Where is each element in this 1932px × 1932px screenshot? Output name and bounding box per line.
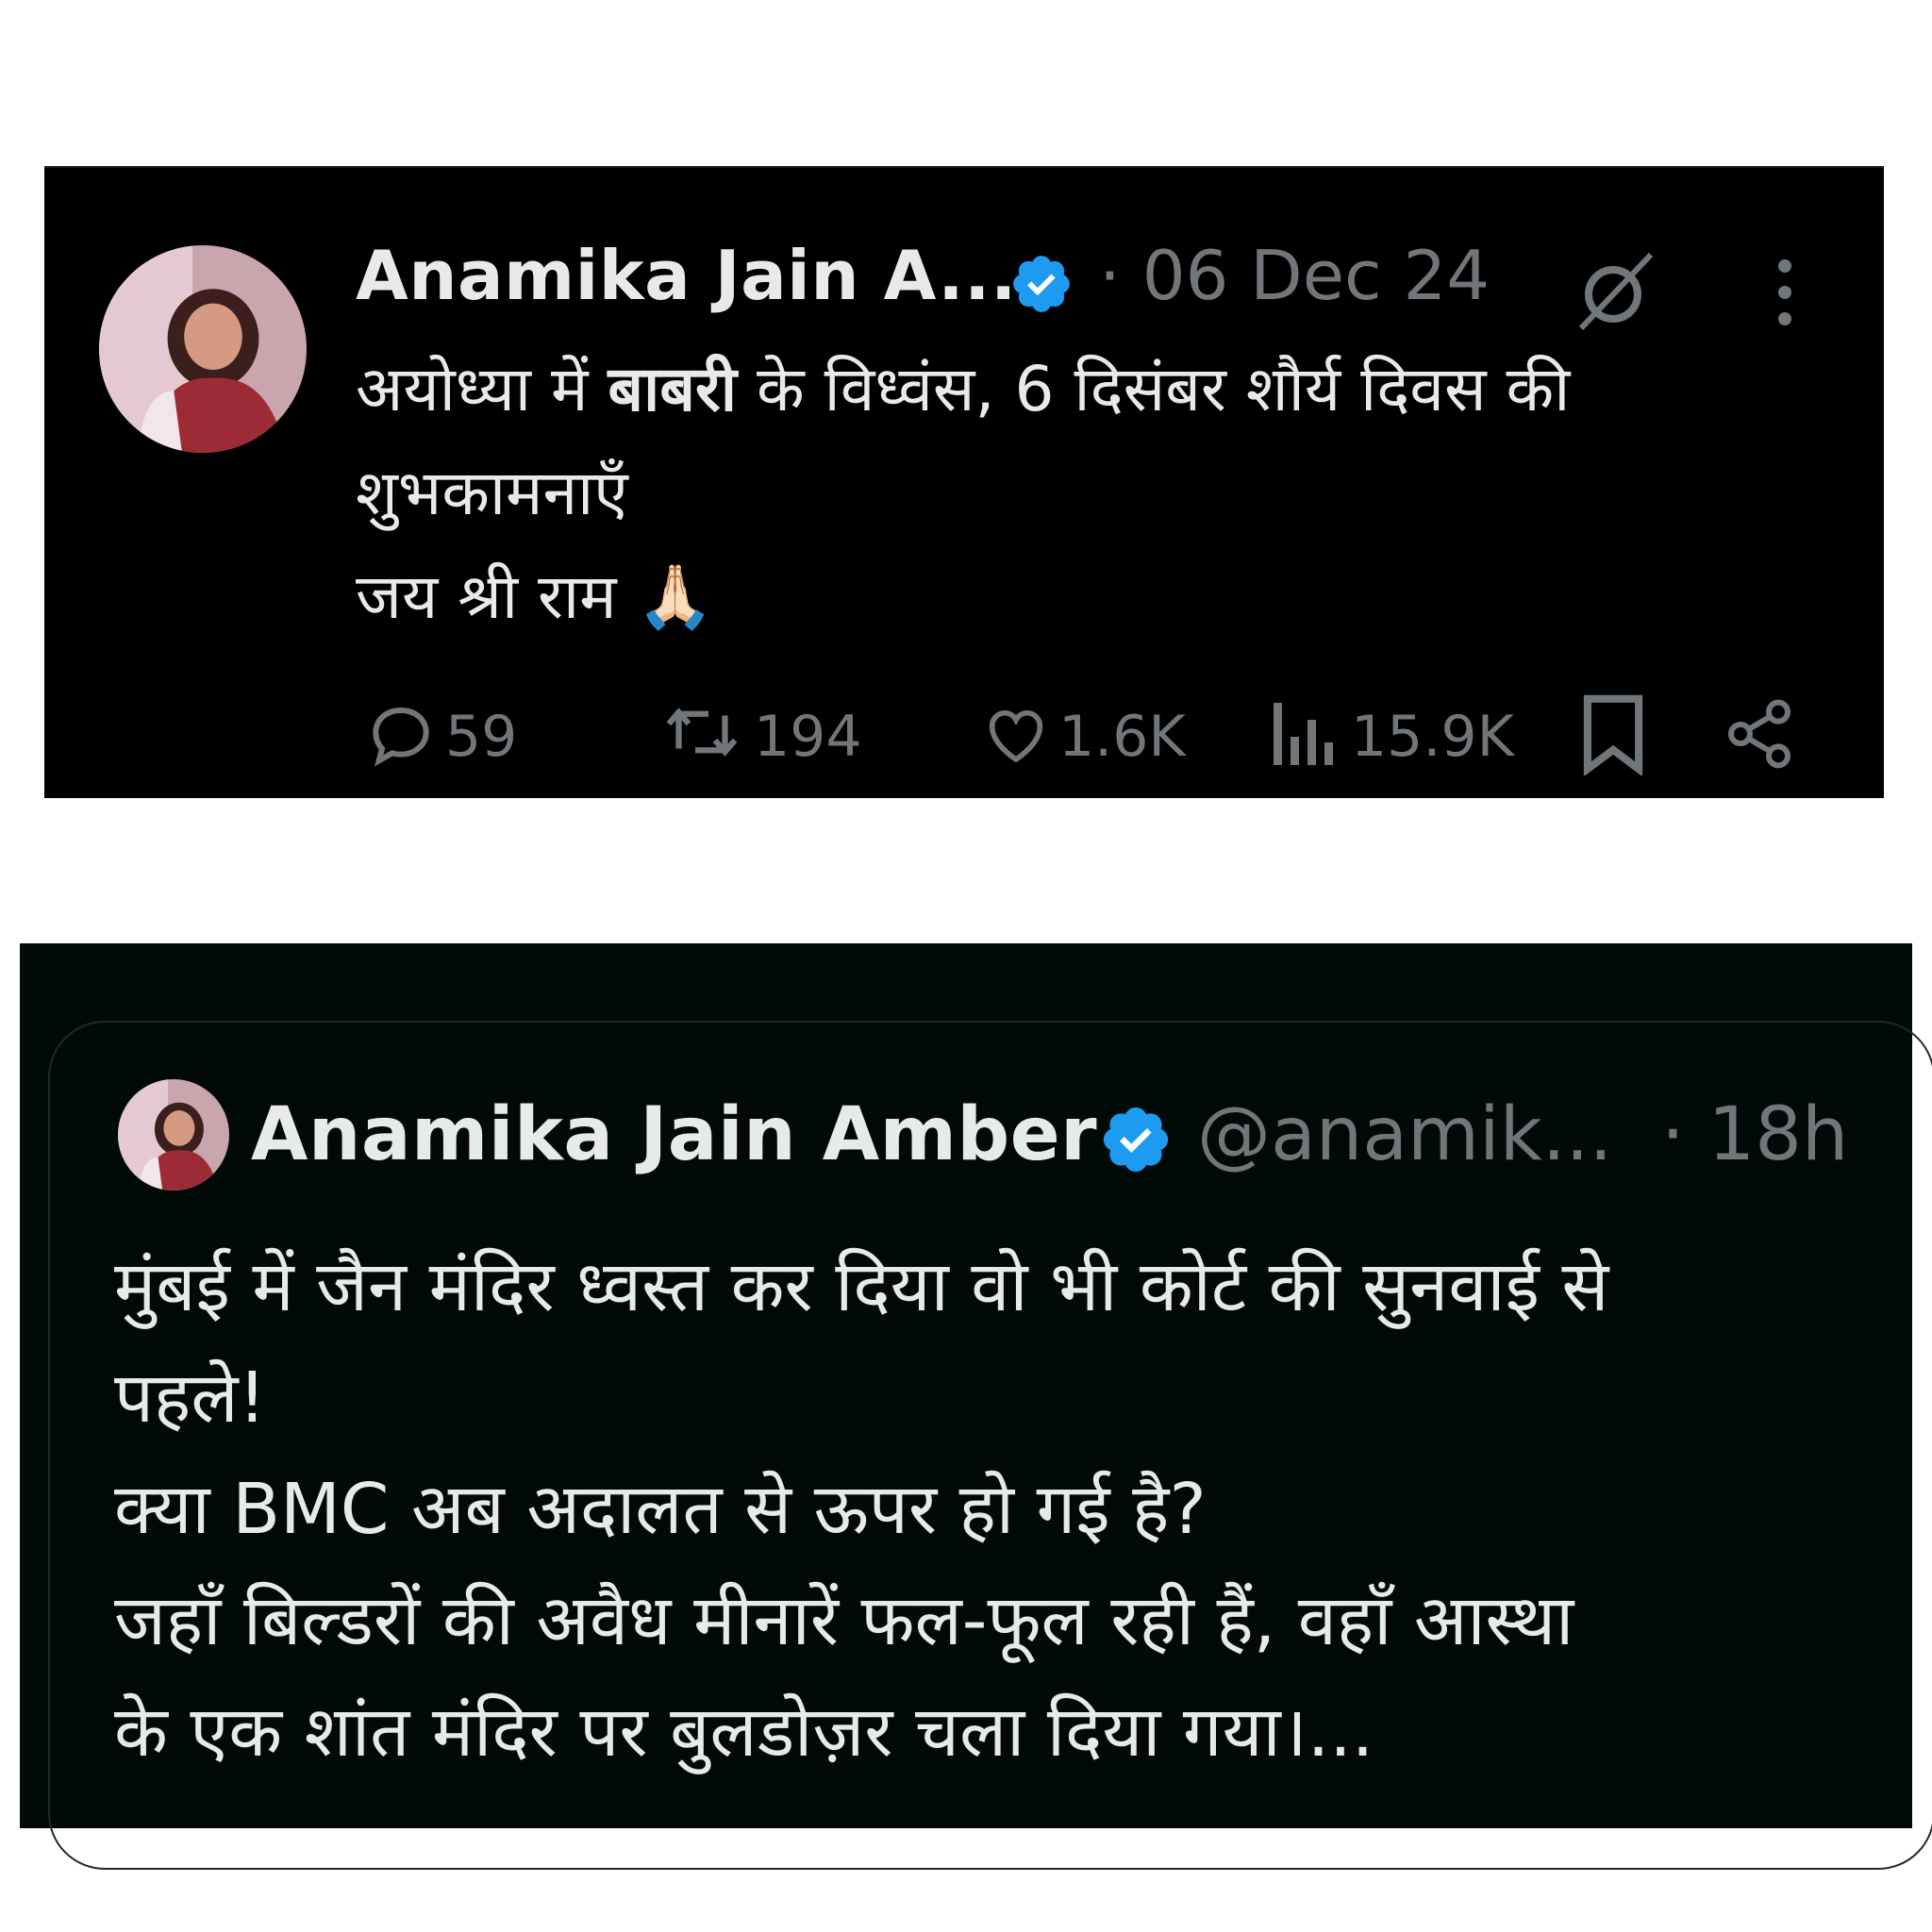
tweet-text-segment: के विध्वंस, 6 दिसंबर शौर्य दिवस की [736, 353, 1571, 425]
grok-icon[interactable] [1568, 243, 1662, 338]
tweet-text-segment: अयोध्या में [356, 353, 608, 425]
tweet-time[interactable]: · 18h [1661, 1092, 1848, 1177]
tweet-text-line-2: शुभकामनाएँ [356, 457, 628, 529]
tweet-text-line-1: अयोध्या में बाबरी के विध्वंस, 6 दिसंबर श… [356, 338, 1570, 441]
avatar[interactable] [118, 1079, 229, 1191]
tweet-text-line-4: जहाँ बिल्डरों की अवैध मीनारें फल-फूल रही… [114, 1580, 1574, 1661]
tweet-card-1[interactable]: Anamika Jain A... · 06 Dec 24 अयोध्या मे… [44, 166, 1884, 798]
avatar[interactable] [99, 245, 307, 453]
hashtag-text: बाबरी [608, 353, 737, 425]
tweet-text-line-3: क्या BMC अब अदालत से ऊपर हो गई है? [114, 1469, 1207, 1550]
author-handle[interactable]: @anamik... [1197, 1092, 1612, 1177]
tweet-text: अयोध्या में बाबरी के विध्वंस, 6 दिसंबर श… [356, 338, 1570, 649]
tweet-date[interactable]: · 06 Dec 24 [1099, 236, 1490, 315]
views-count: 15.9K [1351, 704, 1514, 770]
verified-badge-icon [1013, 256, 1070, 312]
repost-icon[interactable] [659, 692, 744, 772]
share-icon[interactable] [1722, 696, 1797, 772]
more-options-icon[interactable] [1771, 255, 1799, 330]
reply-icon[interactable] [363, 696, 439, 772]
repost-count: 194 [754, 704, 862, 770]
tweet-text-line-5: के एक शांत मंदिर पर बुलडोज़र चला दिया गय… [114, 1691, 1374, 1773]
tweet-text-line-1: मुंबई में जैन मंदिर ध्वस्त कर दिया वो भी… [114, 1246, 1609, 1327]
author-name[interactable]: Anamika Jain Amber [251, 1092, 1097, 1177]
reply-count: 59 [445, 704, 518, 770]
tweet-text: मुंबई में जैन मंदिर ध्वस्त कर दिया वो भी… [114, 1231, 1608, 1788]
like-icon[interactable] [978, 698, 1054, 770]
tweet-card-2[interactable]: Anamika Jain Amber @anamik... · 18h मुंब… [20, 943, 1932, 1870]
tweet-text-line-2: पहले! [114, 1357, 267, 1439]
views-icon[interactable] [1271, 696, 1333, 772]
verified-badge-icon [1103, 1107, 1169, 1173]
tweet-text-line-3: जय श्री राम 🙏🏻 [356, 560, 714, 633]
author-name[interactable]: Anamika Jain A... [356, 236, 1017, 315]
like-count: 1.6K [1058, 704, 1186, 770]
bookmark-icon[interactable] [1580, 692, 1646, 775]
